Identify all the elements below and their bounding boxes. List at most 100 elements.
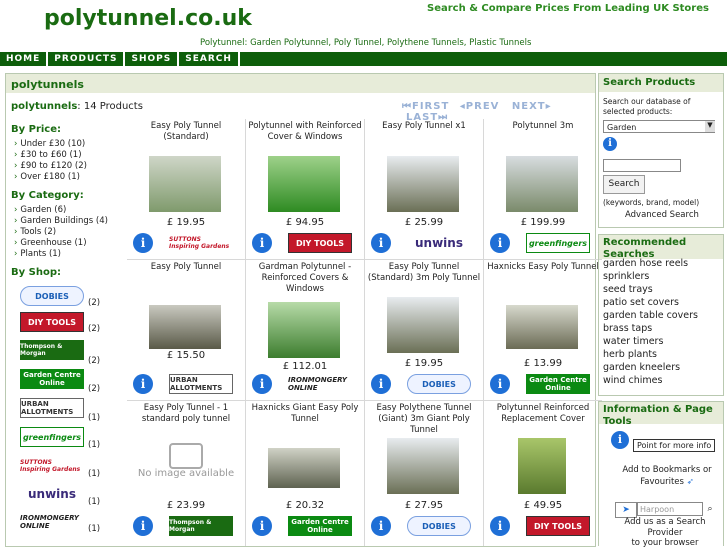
shop-logo-ironmongery-online[interactable]: IRONMONGERY ONLINE [20, 512, 84, 532]
shop-logo-garden-centre-online[interactable]: Garden Centre Online [288, 516, 352, 536]
next-icon[interactable]: ▸ [546, 101, 552, 112]
product-photo[interactable] [387, 438, 459, 494]
product-title[interactable]: Easy Poly Tunnel (Standard) 3m Poly Tunn… [367, 262, 481, 284]
shop-logo-ironmongery-online[interactable]: IRONMONGERY ONLINE [288, 374, 352, 394]
category-filter-item[interactable]: Greenhouse (1) [14, 238, 86, 248]
shop-logo-diy-tools[interactable]: DIY TOOLS [20, 312, 84, 332]
category-select[interactable]: Garden [603, 120, 715, 133]
info-icon[interactable]: i [603, 137, 617, 151]
category-filter-item[interactable]: Tools (2) [14, 227, 56, 237]
recommended-search-link[interactable]: herb plants [603, 349, 657, 360]
recommended-search-link[interactable]: sprinklers [603, 271, 649, 282]
recommended-search-link[interactable]: wind chimes [603, 375, 662, 386]
price-filter-item[interactable]: £90 to £120 (2) [14, 161, 87, 171]
bookmark-icon[interactable]: ➶ [687, 477, 694, 487]
search-icon[interactable]: ⌕ [703, 502, 717, 516]
nav-products[interactable]: PRODUCTS [48, 52, 126, 66]
product-title[interactable]: Gardman Polytunnel - Reinforced Covers &… [248, 262, 362, 295]
product-title[interactable]: Polytunnel with Reinforced Cover & Windo… [248, 121, 362, 143]
shop-logo-garden-centre-online[interactable]: Garden Centre Online [20, 369, 84, 389]
info-icon[interactable]: i [133, 516, 153, 536]
category-filter-item[interactable]: Plants (1) [14, 249, 61, 259]
recommended-search-link[interactable]: water timers [603, 336, 663, 347]
shop-logo-greenfingers[interactable]: greenfingers [20, 427, 84, 447]
search-provider-text[interactable]: Add us as a Search Provider [613, 517, 717, 539]
price-filter-item[interactable]: Under £30 (10) [14, 139, 85, 149]
pager-next[interactable]: NEXT [512, 101, 546, 112]
search-provider-icon[interactable]: ➤ [615, 502, 637, 518]
info-icon[interactable]: i [371, 233, 391, 253]
product-card[interactable]: Easy Poly Tunnel x1 £ 25.99 i unwins [365, 119, 484, 260]
product-photo[interactable] [149, 305, 221, 349]
info-icon[interactable]: i [252, 374, 272, 394]
product-card[interactable]: Gardman Polytunnel - Reinforced Covers &… [246, 260, 365, 401]
info-icon[interactable]: i [371, 374, 391, 394]
recommended-search-link[interactable]: seed trays [603, 284, 653, 295]
shop-logo-dobies[interactable]: DOBIES [20, 286, 84, 306]
pager-prev[interactable]: PREV [466, 101, 500, 112]
shop-logo-urban-allotments[interactable]: URBAN ALLOTMENTS [20, 398, 84, 418]
info-icon[interactable]: i [133, 374, 153, 394]
first-icon[interactable]: ⏮ [402, 101, 412, 112]
shop-logo-diy-tools[interactable]: DIY TOOLS [288, 233, 352, 253]
product-title[interactable]: Easy Poly Tunnel x1 [367, 121, 481, 132]
info-icon[interactable]: i [490, 516, 510, 536]
pager-first[interactable]: FIRST [412, 101, 449, 112]
info-icon[interactable]: i [133, 233, 153, 253]
search-input[interactable] [603, 159, 681, 172]
shop-logo-garden-centre-online[interactable]: Garden Centre Online [526, 374, 590, 394]
info-icon[interactable]: i [490, 233, 510, 253]
product-photo[interactable] [518, 438, 566, 494]
product-title[interactable]: Easy Poly Tunnel (Standard) [129, 121, 243, 143]
product-title[interactable]: Polytunnel 3m [486, 121, 600, 132]
shop-logo-suttons[interactable]: SUTTONS Inspiring Gardens [20, 456, 84, 476]
shop-logo-dobies[interactable]: DOBIES [407, 516, 471, 536]
product-photo[interactable] [387, 297, 459, 353]
price-filter-item[interactable]: Over £180 (1) [14, 172, 80, 182]
bookmark-link[interactable]: Add to Bookmarks or Favourites ➶ [617, 464, 717, 488]
product-card[interactable]: Polytunnel Reinforced Replacement Cover … [484, 401, 602, 546]
product-photo[interactable] [149, 156, 221, 212]
nav-search[interactable]: SEARCH [179, 52, 240, 66]
info-icon[interactable]: i [611, 431, 629, 449]
shop-logo-dobies[interactable]: DOBIES [407, 374, 471, 394]
product-title[interactable]: Polytunnel Reinforced Replacement Cover [486, 403, 600, 425]
site-title[interactable]: polytunnel.co.uk [44, 6, 252, 31]
info-icon[interactable]: i [490, 374, 510, 394]
recommended-search-link[interactable]: patio set covers [603, 297, 679, 308]
nav-home[interactable]: HOME [0, 52, 49, 66]
product-photo[interactable] [387, 156, 459, 212]
product-card[interactable]: Easy Polythene Tunnel (Giant) 3m Giant P… [365, 401, 484, 546]
shop-logo-thompson-morgan[interactable]: Thompson & Morgan [20, 340, 84, 360]
product-card[interactable]: Polytunnel with Reinforced Cover & Windo… [246, 119, 365, 260]
search-button[interactable]: Search [603, 175, 645, 194]
advanced-search-link[interactable]: Advanced Search [625, 210, 699, 220]
product-photo[interactable] [506, 156, 578, 212]
product-card[interactable]: Haxnicks Giant Easy Poly Tunnel £ 20.32 … [246, 401, 365, 546]
product-card[interactable]: Easy Poly Tunnel (Standard) 3m Poly Tunn… [365, 260, 484, 401]
price-filter-item[interactable]: £30 to £60 (1) [14, 150, 81, 160]
shop-logo-unwins[interactable]: unwins [407, 233, 471, 253]
shop-logo-greenfingers[interactable]: greenfingers [526, 233, 590, 253]
info-icon[interactable]: i [252, 233, 272, 253]
info-icon[interactable]: i [252, 516, 272, 536]
product-photo[interactable] [268, 156, 340, 212]
chevron-down-icon[interactable]: ▼ [705, 121, 715, 132]
product-photo[interactable] [506, 305, 578, 349]
product-title[interactable]: Easy Polythene Tunnel (Giant) 3m Giant P… [367, 403, 481, 436]
product-title[interactable]: Haxnicks Giant Easy Poly Tunnel [248, 403, 362, 425]
shop-logo-thompson-morgan[interactable]: Thompson & Morgan [169, 516, 233, 536]
product-photo[interactable] [268, 448, 340, 488]
provider-search-input[interactable]: Harpoon [637, 502, 703, 516]
product-card[interactable]: Easy Poly Tunnel - 1 standard poly tunne… [127, 401, 246, 546]
recommended-search-link[interactable]: garden table covers [603, 310, 698, 321]
category-filter-item[interactable]: Garden Buildings (4) [14, 216, 108, 226]
recommended-search-link[interactable]: garden hose reels [603, 258, 688, 269]
product-card[interactable]: Haxnicks Easy Poly Tunnel £ 13.99 i Gard… [484, 260, 602, 401]
product-title[interactable]: Easy Poly Tunnel [129, 262, 243, 273]
product-photo[interactable] [268, 302, 340, 358]
recommended-search-link[interactable]: garden kneelers [603, 362, 680, 373]
info-icon[interactable]: i [371, 516, 391, 536]
shop-logo-diy-tools[interactable]: DIY TOOLS [526, 516, 590, 536]
category-filter-item[interactable]: Garden (6) [14, 205, 66, 215]
